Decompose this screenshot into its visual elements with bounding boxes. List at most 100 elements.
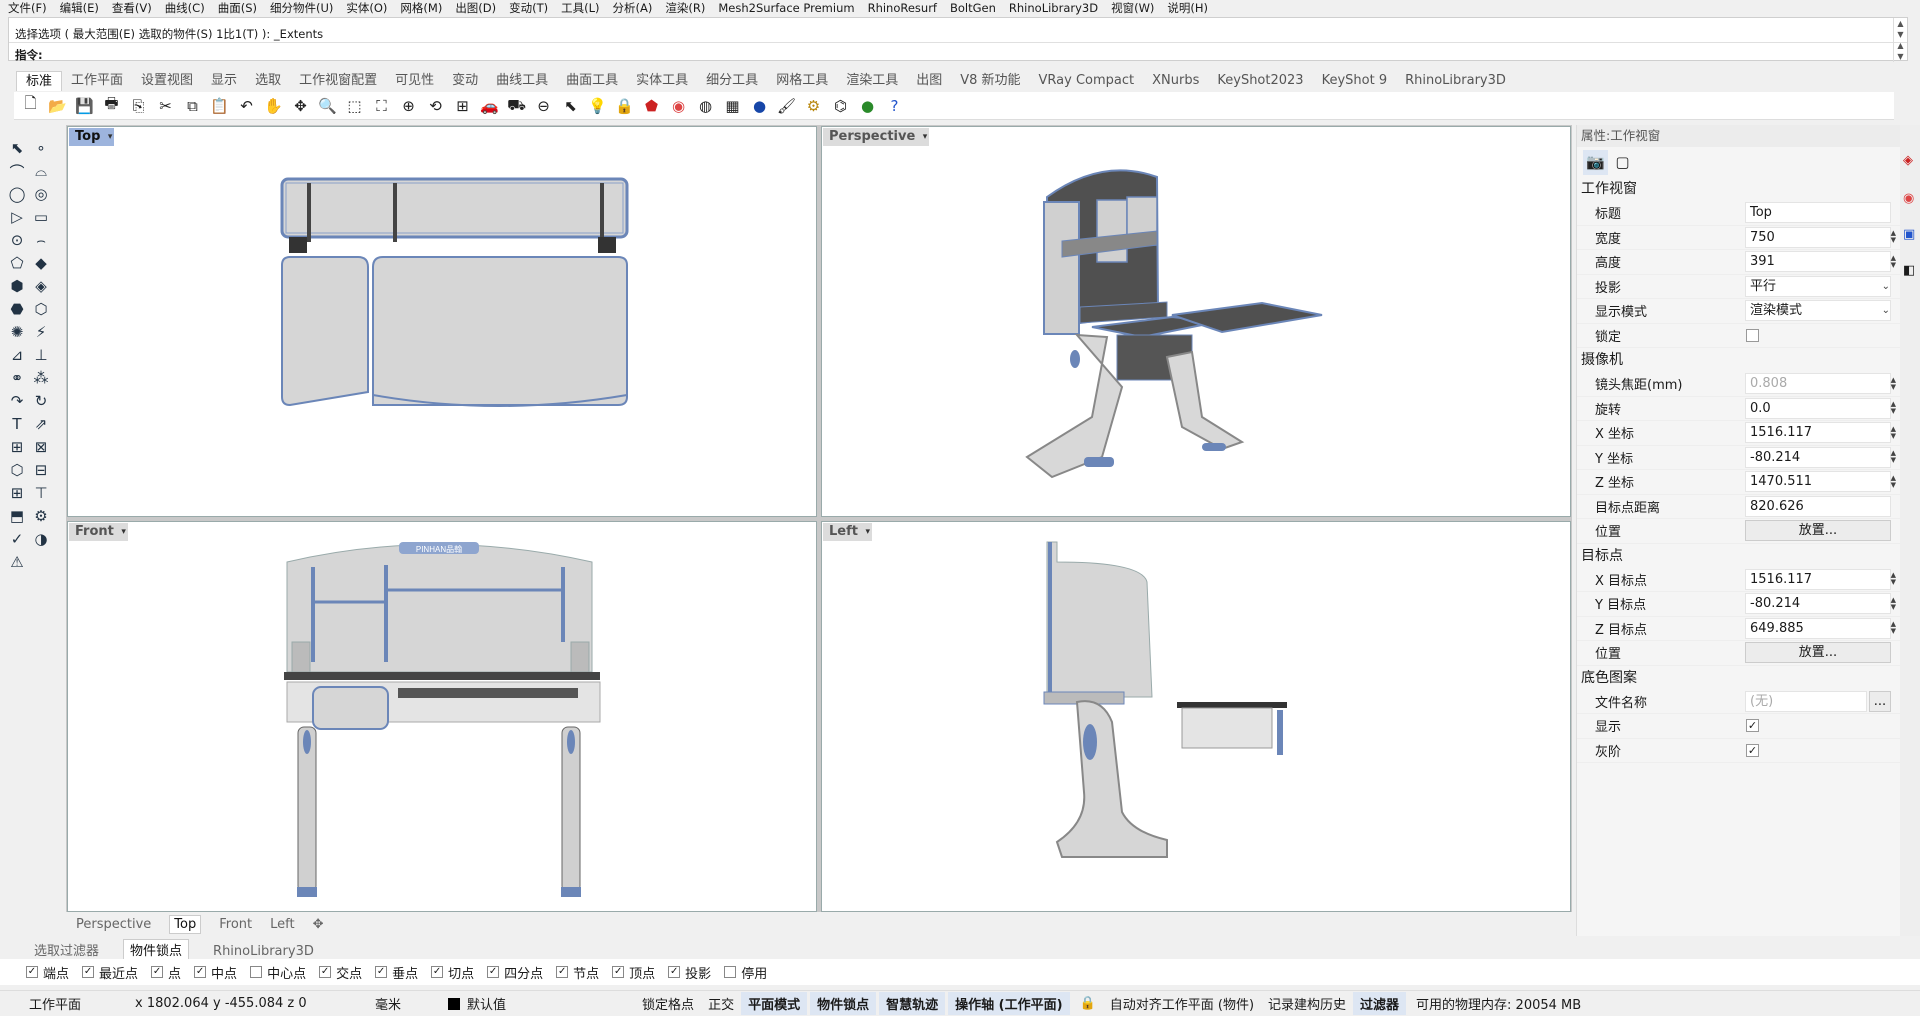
array-icon[interactable]: ⁂ — [28, 366, 54, 390]
menu-item[interactable]: RhinoResurf — [868, 1, 937, 15]
osnap-checkbox[interactable]: ✓ — [319, 966, 332, 978]
annotation-icon[interactable]: ⊤ — [28, 481, 54, 505]
freeform-icon[interactable]: ⌢ — [28, 228, 54, 252]
environment-icon[interactable]: ● — [747, 93, 772, 118]
rotation-spinner[interactable]: ▲ ▼ — [1891, 401, 1896, 415]
light-icon[interactable]: 💡 — [585, 93, 610, 118]
grasshopper-icon[interactable]: ⌬ — [828, 93, 853, 118]
arc-icon[interactable]: ▷ — [4, 205, 30, 229]
boolean-icon[interactable]: ◈ — [28, 274, 54, 298]
zoom-window-icon[interactable]: ⬚ — [342, 93, 367, 118]
four-view-icon[interactable]: ⊞ — [450, 93, 475, 118]
grid-icon[interactable]: ⊠ — [28, 435, 54, 459]
layout-icon[interactable]: ⊟ — [28, 458, 54, 482]
rotate-view-icon[interactable]: ⟲ — [423, 93, 448, 118]
split-icon[interactable]: ⊿ — [4, 343, 30, 367]
projection-select[interactable]: 平行 — [1745, 275, 1891, 297]
text-icon[interactable]: T — [4, 412, 30, 436]
solid-box-icon[interactable]: ⬢ — [4, 274, 30, 298]
warning-icon[interactable]: ⚠ — [4, 550, 30, 574]
toolbar-tab[interactable]: 显示 — [202, 71, 246, 91]
menu-item[interactable]: 视窗(W) — [1111, 0, 1154, 16]
lock-checkbox[interactable] — [1746, 328, 1759, 342]
zoom-extents-icon[interactable]: ⛶ — [369, 93, 394, 118]
layer-label[interactable]: 默认值 — [460, 994, 513, 1013]
osnap-checkbox[interactable]: ✓ — [668, 966, 681, 978]
toolbar-tab[interactable]: 工作视窗配置 — [290, 71, 386, 91]
toolbar-tab[interactable]: 变动 — [443, 71, 487, 91]
menu-item[interactable]: 工具(L) — [561, 0, 599, 16]
osnap-checkbox[interactable]: ✓ — [375, 966, 388, 978]
zoom-icon[interactable]: 🔍 — [315, 93, 340, 118]
move-icon[interactable]: ⇗ — [28, 412, 54, 436]
front-viewport-label[interactable]: Front ▾ — [69, 523, 128, 541]
target-y-spinner[interactable]: ▲ ▼ — [1891, 596, 1896, 611]
add-viewport-icon[interactable]: ✥ — [313, 917, 324, 932]
left-viewport[interactable]: Left ▾ — [821, 521, 1571, 912]
camera-y-spinner[interactable]: ▲ ▼ — [1891, 450, 1896, 464]
toolbar-tab[interactable]: 工作平面 — [62, 71, 132, 91]
block-icon[interactable]: ⬡ — [4, 458, 30, 482]
command-prompt[interactable]: 指令: — [15, 47, 43, 63]
camera-icon[interactable]: 📷 — [1583, 149, 1608, 175]
menu-item[interactable]: 编辑(E) — [60, 0, 99, 16]
osnap-option[interactable]: ✓ 投影 — [668, 963, 711, 982]
properties-tab-icon[interactable]: ◈ — [1903, 153, 1913, 168]
menu-item[interactable]: 说明(H) — [1167, 0, 1208, 16]
toolbar-tab[interactable]: 渲染工具 — [837, 71, 907, 91]
undo-icon[interactable]: ↶ — [234, 93, 259, 118]
osnap-checkbox[interactable]: ✓ — [612, 966, 625, 978]
osnap-checkbox[interactable]: ✓ — [194, 966, 207, 978]
toolbar-tab[interactable]: V8 新功能 — [951, 71, 1029, 91]
lock-icon[interactable]: 🔒 — [612, 93, 637, 118]
cut-icon[interactable]: ✂ — [153, 93, 178, 118]
browse-button[interactable]: ... — [1869, 690, 1891, 712]
curve-icon[interactable]: ⌓ — [28, 159, 54, 183]
menu-item[interactable]: RhinoLibrary3D — [1009, 1, 1098, 15]
osnap-option[interactable]: ✓ 最近点 — [82, 963, 138, 982]
osnap-checkbox[interactable]: ✓ — [431, 966, 444, 978]
fillet-icon[interactable]: ↷ — [4, 389, 30, 413]
autoalign-toggle[interactable]: 自动对齐工作平面 (物件) — [1103, 994, 1261, 1013]
export-icon[interactable]: ⎘ — [126, 93, 151, 118]
dimension-icon[interactable]: ⊞ — [4, 435, 30, 459]
point-icon[interactable]: ∘ — [28, 136, 54, 160]
perspective-viewport-label[interactable]: Perspective ▾ — [823, 128, 930, 146]
camera-z-spinner[interactable]: ▲ ▼ — [1891, 474, 1896, 489]
group-icon[interactable]: ⚭ — [4, 366, 30, 390]
layer-icon[interactable]: ⬟ — [639, 93, 664, 118]
options-gear-icon[interactable]: ⚙ — [801, 93, 826, 118]
toolbar-tab[interactable]: XNurbs — [1143, 71, 1208, 91]
surface-icon[interactable]: ⬠ — [4, 251, 30, 275]
toolbar-tab[interactable]: 选取 — [246, 71, 290, 91]
help-tab-icon[interactable]: ▣ — [1903, 227, 1915, 242]
globe-icon[interactable]: ● — [855, 93, 880, 118]
show-wallpaper-checkbox[interactable]: ✓ — [1746, 719, 1759, 733]
display-mode-select[interactable]: 渲染模式 — [1745, 300, 1891, 322]
polyline-icon[interactable]: ⌒ — [4, 159, 30, 183]
save-icon[interactable]: 💾 — [72, 93, 97, 118]
chevron-down-icon[interactable]: ▾ — [108, 128, 113, 146]
osnap-option[interactable]: ✓ 四分点 — [487, 963, 543, 982]
paste-icon[interactable]: 📋 — [207, 93, 232, 118]
rotate-icon[interactable]: ↻ — [28, 389, 54, 413]
viewport-tab[interactable]: Perspective — [76, 917, 151, 932]
target-z-spinner[interactable]: ▲ ▼ — [1891, 621, 1896, 635]
ellipse-icon[interactable]: ◎ — [28, 182, 54, 206]
osnap-option[interactable]: ✓ 端点 — [26, 963, 69, 982]
render-tool-icon[interactable]: ⚙ — [28, 504, 54, 528]
toolbar-tab[interactable]: 可见性 — [386, 71, 443, 91]
join-icon[interactable]: ⊥ — [28, 343, 54, 367]
target-z-field[interactable]: 649.885 — [1745, 617, 1891, 639]
menu-item[interactable]: BoltGen — [950, 1, 996, 15]
camera-place-button[interactable]: 放置... — [1745, 520, 1891, 542]
material-ball-icon[interactable]: ◍ — [693, 93, 718, 118]
osnap-option[interactable]: ✓ 顶点 — [612, 963, 655, 982]
viewport-tab[interactable]: Top — [169, 914, 202, 934]
osnap-checkbox[interactable]: ✓ — [151, 966, 164, 978]
osnap-checkbox[interactable]: ✓ — [556, 966, 569, 978]
width-spinner[interactable]: ▲ ▼ — [1891, 230, 1896, 244]
menu-item[interactable]: 网格(M) — [400, 0, 442, 16]
chevron-down-icon[interactable]: ▾ — [923, 128, 928, 146]
sphere-icon[interactable]: ◑ — [28, 527, 54, 551]
